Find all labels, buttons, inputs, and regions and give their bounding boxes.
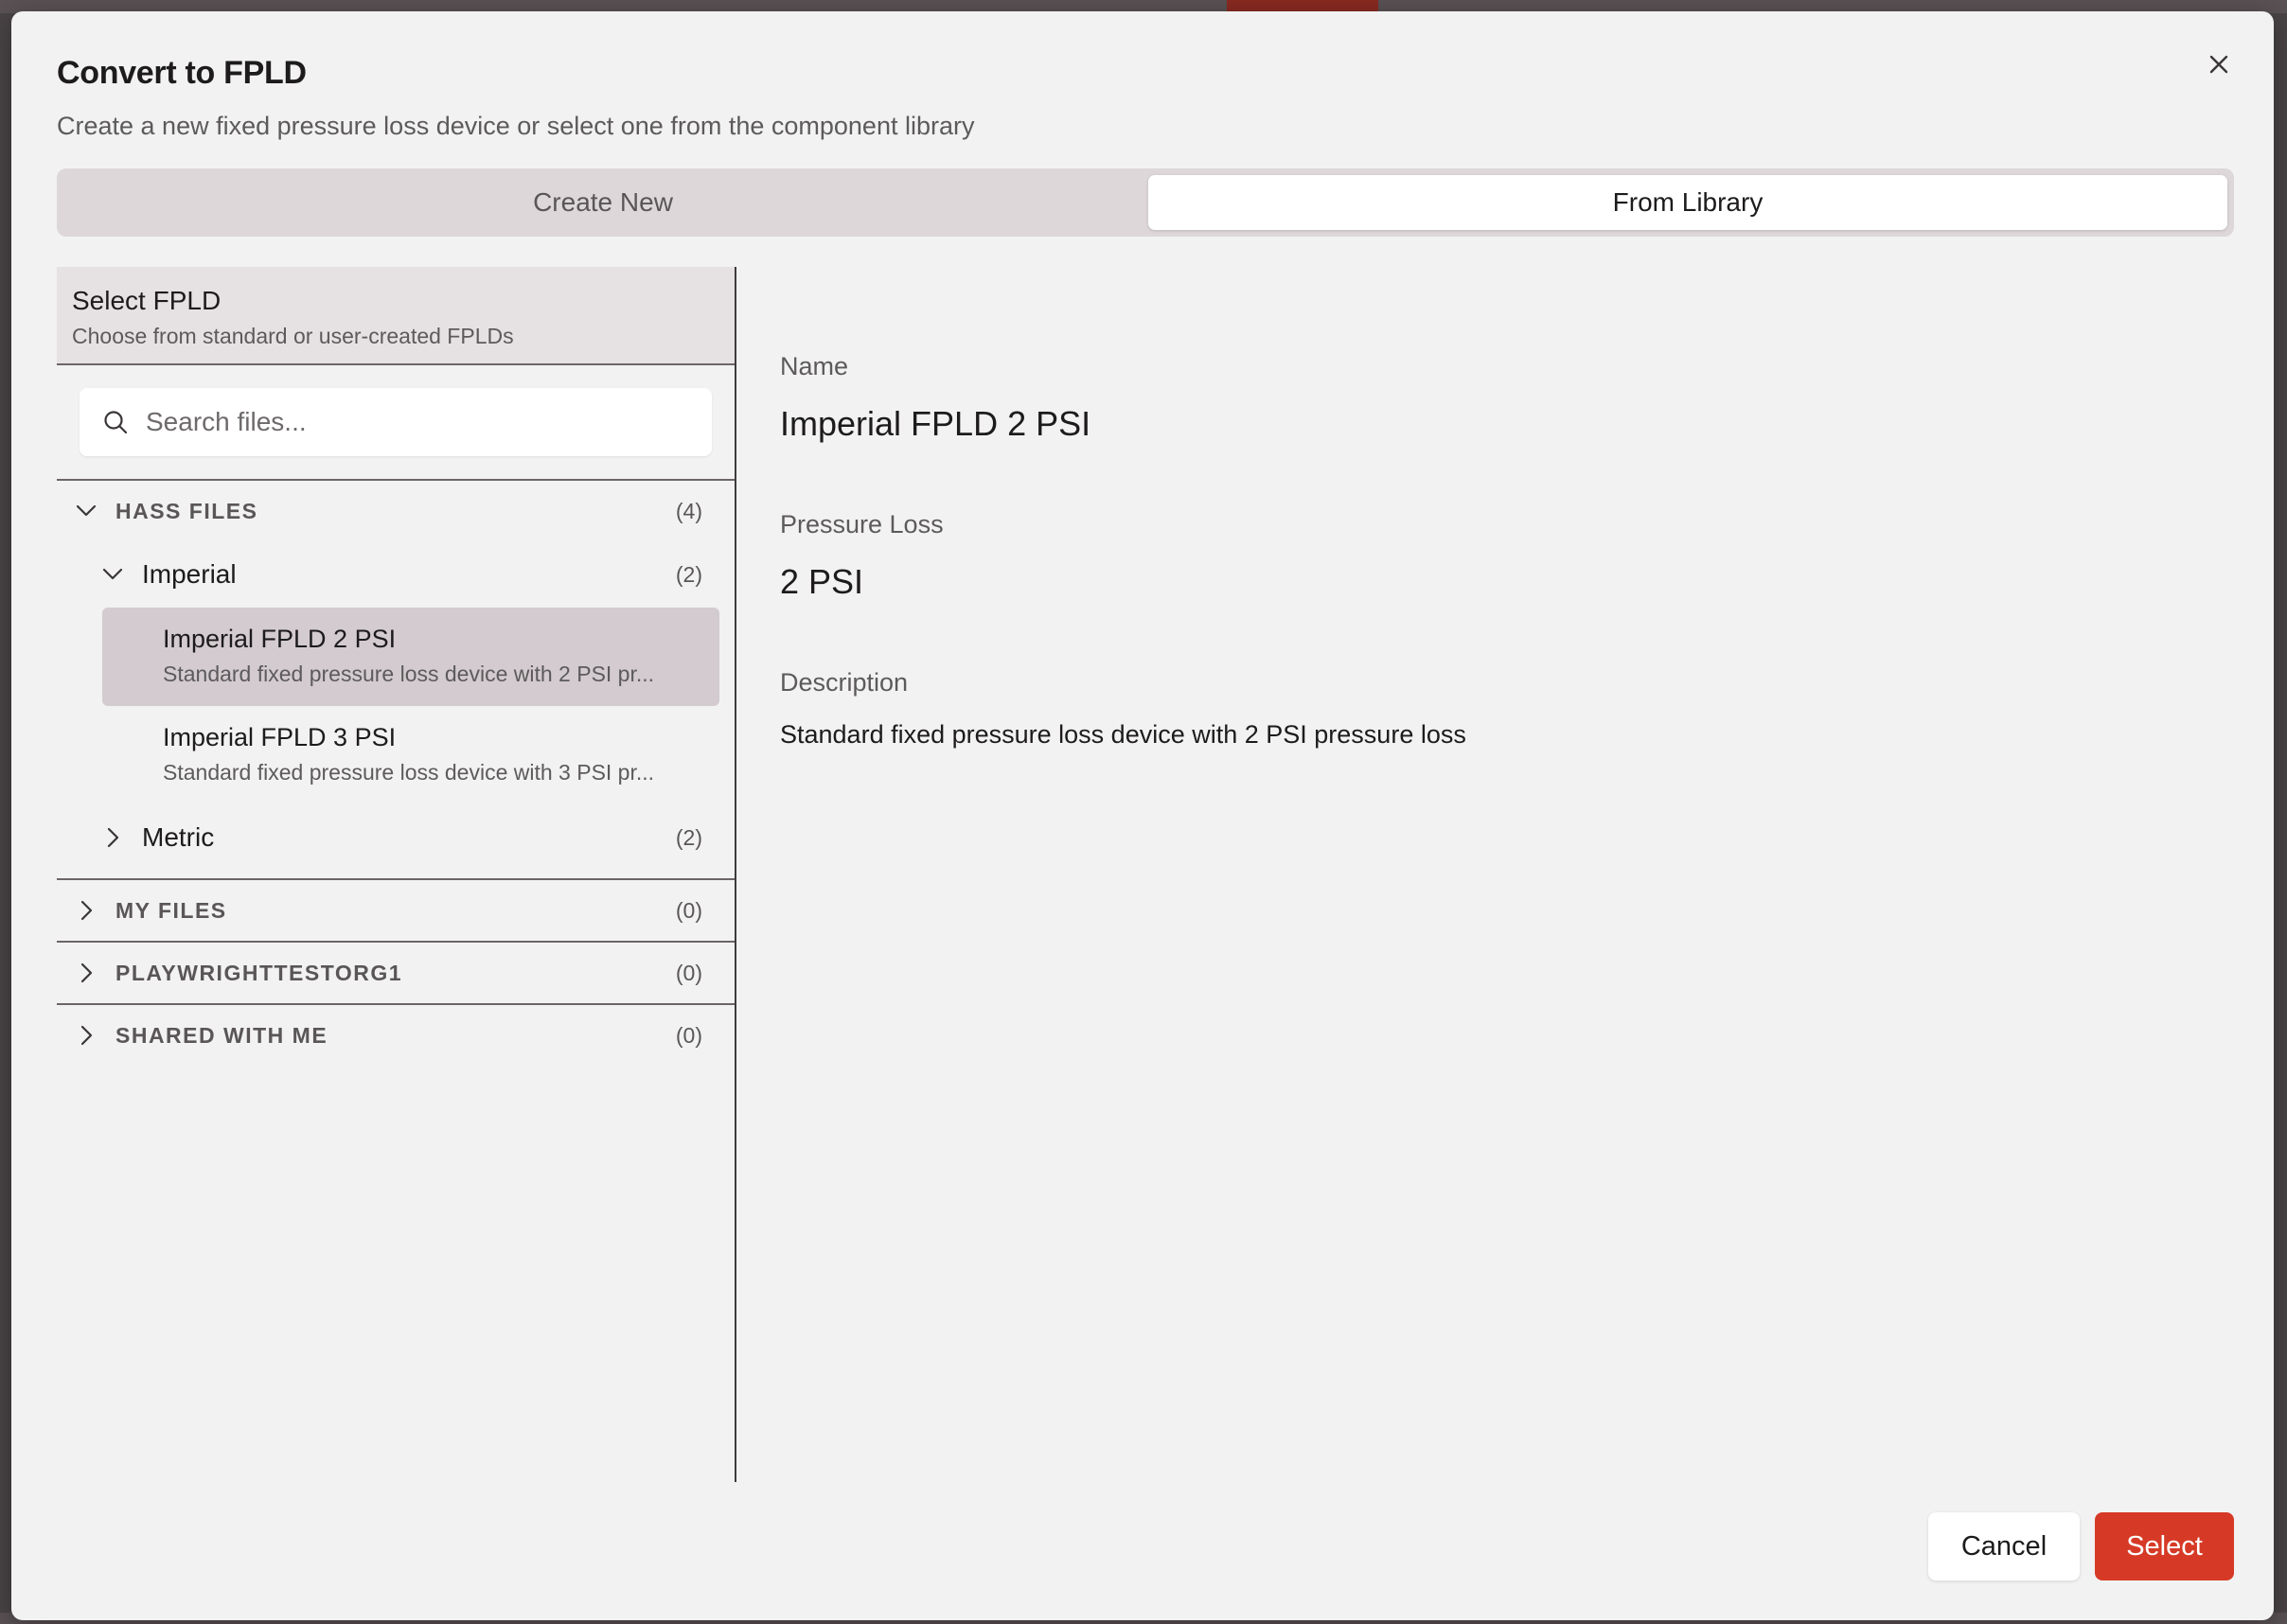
chevron-right-icon [72,959,100,987]
subgroup-label: Metric [142,822,215,852]
group-count: (4) [675,498,702,523]
chevron-down-icon [98,560,127,589]
fpld-detail-panel: Name Imperial FPLD 2 PSI Pressure Loss 2… [780,352,2200,750]
background-app-accent [1227,0,1378,11]
panel-subtitle: Choose from standard or user-created FPL… [72,324,514,348]
list-item-imperial-fpld-3-psi[interactable]: Imperial FPLD 3 PSI Standard fixed press… [102,706,719,804]
chevron-right-icon [72,896,100,925]
group-count: (0) [675,1022,702,1048]
fpld-selector-panel: Select FPLD Choose from standard or user… [57,267,736,1482]
item-description: Standard fixed pressure loss device with… [163,662,655,686]
close-icon [2209,55,2228,74]
group-label: MY FILES [115,897,227,923]
select-button[interactable]: Select [2095,1512,2234,1580]
dialog-subtitle: Create a new fixed pressure loss device … [57,112,975,140]
subgroup-imperial[interactable]: Imperial (2) [57,541,735,608]
tab-from-library[interactable]: From Library [1148,175,2227,230]
group-label: SHARED WITH ME [115,1022,328,1048]
subgroup-label: Imperial [142,559,237,589]
item-title: Imperial FPLD 2 PSI [163,625,397,653]
group-hass-files: HASS FILES (4) Imperial (2) Imperial FPL… [57,481,735,880]
name-value: Imperial FPLD 2 PSI [780,404,1091,443]
subgroup-metric[interactable]: Metric (2) [57,804,735,871]
panel-header: Select FPLD Choose from standard or user… [57,267,735,365]
chevron-right-icon [72,1021,100,1050]
name-label: Name [780,352,849,380]
pressure-loss-label: Pressure Loss [780,510,944,538]
item-title: Imperial FPLD 3 PSI [163,723,397,751]
group-header-my-files[interactable]: MY FILES (0) [57,880,735,941]
group-label: PLAYWRIGHTTESTORG1 [115,960,403,985]
mode-tabs: Create New From Library [57,168,2234,237]
item-description: Standard fixed pressure loss device with… [163,760,655,785]
cancel-button[interactable]: Cancel [1928,1512,2080,1580]
chevron-down-icon [72,497,100,525]
search-input[interactable] [144,406,678,438]
group-header-shared-with-me[interactable]: SHARED WITH ME (0) [57,1005,735,1066]
tab-create-new[interactable]: Create New [63,175,1143,230]
group-label: HASS FILES [115,498,258,523]
group-playwrighttestorg1: PLAYWRIGHTTESTORG1 (0) [57,943,735,1005]
description-label: Description [780,668,909,697]
group-header-hass-files[interactable]: HASS FILES (4) [57,481,735,541]
group-my-files: MY FILES (0) [57,880,735,943]
chevron-right-icon [98,823,127,852]
convert-fpld-dialog: Convert to FPLD Create a new fixed press… [11,11,2274,1620]
subgroup-count: (2) [675,561,702,587]
pressure-loss-value: 2 PSI [780,562,864,601]
group-header-playwrighttestorg1[interactable]: PLAYWRIGHTTESTORG1 (0) [57,943,735,1003]
close-button[interactable] [2202,47,2236,81]
panel-title: Select FPLD [72,286,222,315]
search-area [57,365,735,481]
search-box[interactable] [80,388,712,456]
group-shared-with-me: SHARED WITH ME (0) [57,1005,735,1066]
subgroup-count: (2) [675,824,702,850]
group-count: (0) [675,960,702,985]
list-item-imperial-fpld-2-psi[interactable]: Imperial FPLD 2 PSI Standard fixed press… [102,608,719,706]
description-value: Standard fixed pressure loss device with… [780,720,1466,749]
dialog-title: Convert to FPLD [57,55,307,91]
group-count: (0) [675,897,702,923]
search-icon [104,411,128,434]
